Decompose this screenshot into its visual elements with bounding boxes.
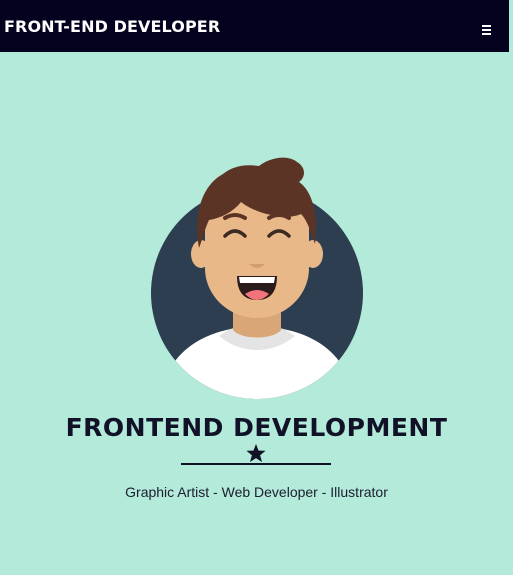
page-title: FRONTEND DEVELOPMENT — [65, 413, 448, 442]
navbar: FRONT-END DEVELOPER — [0, 0, 511, 52]
star-icon — [246, 444, 266, 462]
hamburger-menu-icon[interactable] — [480, 24, 494, 40]
avatar — [151, 157, 363, 399]
hero-subtitle: Graphic Artist - Web Developer - Illustr… — [125, 484, 388, 500]
divider-line — [181, 463, 331, 465]
brand-title[interactable]: FRONT-END DEVELOPER — [4, 17, 220, 37]
title-divider — [181, 443, 331, 465]
